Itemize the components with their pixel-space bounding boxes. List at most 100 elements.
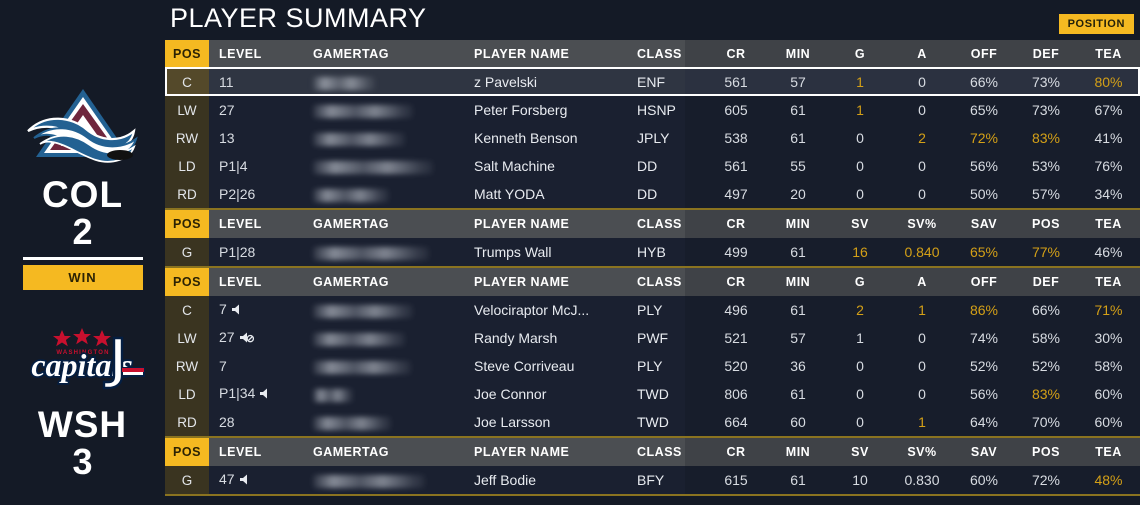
column-header-level[interactable]: LEVEL bbox=[209, 438, 301, 466]
table-row[interactable]: RW 7 Steve Corriveau PLY 520 36 0 0 52% 52% 58% bbox=[165, 352, 1140, 380]
table-row[interactable]: LW 27 Peter Forsberg HSNP 605 61 1 0 65% 73% 67% bbox=[165, 96, 1140, 124]
column-header-tea[interactable]: TEA bbox=[1077, 268, 1140, 296]
cell-stat: 806 bbox=[705, 380, 767, 408]
column-header-min[interactable]: MIN bbox=[767, 438, 829, 466]
cell-stat: 73% bbox=[1015, 96, 1077, 124]
column-header-pos[interactable]: POS bbox=[165, 210, 209, 238]
table-row[interactable]: RD 28 Joe Larsson TWD 664 60 0 1 64% 70% 60% bbox=[165, 408, 1140, 436]
column-header-min[interactable]: MIN bbox=[767, 40, 829, 68]
main-panel: PLAYER SUMMARY POSITION POS LEVEL GAMERTAG… bbox=[165, 0, 1140, 505]
column-header-tea[interactable]: TEA bbox=[1077, 438, 1140, 466]
column-header-tea[interactable]: TEA bbox=[1077, 40, 1140, 68]
column-header-class[interactable]: CLASS bbox=[637, 210, 685, 238]
column-header-def[interactable]: DEF bbox=[1015, 40, 1077, 68]
column-header-pos[interactable]: POS bbox=[165, 40, 209, 68]
column-header-cr[interactable]: CR bbox=[705, 40, 767, 68]
column-header-pos[interactable]: POS bbox=[1015, 210, 1077, 238]
speaker-icon bbox=[239, 473, 254, 489]
cell-stat: 16 bbox=[829, 238, 891, 266]
cell-gap bbox=[685, 68, 705, 96]
column-header-class[interactable]: CLASS bbox=[637, 438, 685, 466]
column-header-g[interactable]: G bbox=[829, 268, 891, 296]
column-header-sv[interactable]: SV bbox=[829, 210, 891, 238]
cell-stat: 1 bbox=[829, 68, 891, 96]
column-header-gamertag[interactable]: GAMERTAG bbox=[301, 268, 465, 296]
cell-class: TWD bbox=[637, 408, 685, 436]
table-row[interactable]: G 47 Jeff Bodie BFY 615 61 10 0.830 60% 72% 48% bbox=[165, 466, 1140, 494]
cell-stat: 561 bbox=[705, 152, 767, 180]
column-header-pos[interactable]: POS bbox=[165, 438, 209, 466]
speaker-icon bbox=[231, 303, 246, 319]
column-header-min[interactable]: MIN bbox=[767, 268, 829, 296]
cell-gamertag bbox=[301, 352, 465, 380]
column-header-off[interactable]: OFF bbox=[953, 40, 1015, 68]
column-header-level[interactable]: LEVEL bbox=[209, 268, 301, 296]
column-header-player-name[interactable]: PLAYER NAME bbox=[465, 210, 637, 238]
column-header-sav[interactable]: SAV bbox=[953, 438, 1015, 466]
cell-stat: 60 bbox=[767, 408, 829, 436]
cell-stat: 60% bbox=[953, 466, 1015, 494]
cell-stat: 70% bbox=[1015, 408, 1077, 436]
column-header-player-name[interactable]: PLAYER NAME bbox=[465, 40, 637, 68]
column-header-min[interactable]: MIN bbox=[767, 210, 829, 238]
position-filter-badge[interactable]: POSITION bbox=[1058, 14, 1134, 34]
stat-table: POS LEVEL GAMERTAG PLAYER NAME CLASS CR MIN SV S… bbox=[165, 210, 1140, 266]
cell-player-name: Kenneth Benson bbox=[465, 124, 637, 152]
column-header-sv[interactable]: SV bbox=[829, 438, 891, 466]
table-row[interactable]: LD P1|34 Joe Connor TWD 806 61 0 0 56% 83% 60% bbox=[165, 380, 1140, 408]
column-header-cr[interactable]: CR bbox=[705, 210, 767, 238]
column-header-level[interactable]: LEVEL bbox=[209, 40, 301, 68]
column-header-a[interactable]: A bbox=[891, 40, 953, 68]
home-result-badge: WIN bbox=[22, 264, 143, 290]
column-header-class[interactable]: CLASS bbox=[637, 40, 685, 68]
column-header-player-name[interactable]: PLAYER NAME bbox=[465, 438, 637, 466]
cell-level: 13 bbox=[209, 124, 301, 152]
cell-class: ENF bbox=[637, 68, 685, 96]
cell-stat: 496 bbox=[705, 296, 767, 324]
table-row[interactable]: RD P2|26 Matt YODA DD 497 20 0 0 50% 57% 34% bbox=[165, 180, 1140, 208]
cell-level: 28 bbox=[209, 408, 301, 436]
column-header-class[interactable]: CLASS bbox=[637, 268, 685, 296]
table-header-row: POS LEVEL GAMERTAG PLAYER NAME CLASS CR MIN SV S… bbox=[165, 210, 1140, 238]
cell-stat: 520 bbox=[705, 352, 767, 380]
column-header-cr[interactable]: CR bbox=[705, 268, 767, 296]
column-header-gamertag[interactable]: GAMERTAG bbox=[301, 438, 465, 466]
column-header-svpct[interactable]: SV% bbox=[891, 438, 953, 466]
cell-class: TWD bbox=[637, 380, 685, 408]
table-row[interactable]: RW 13 Kenneth Benson JPLY 538 61 0 2 72% 83% 41% bbox=[165, 124, 1140, 152]
gamertag-redacted bbox=[313, 76, 375, 90]
cell-stat: 66% bbox=[1015, 296, 1077, 324]
column-header-gamertag[interactable]: GAMERTAG bbox=[301, 210, 465, 238]
cell-gamertag bbox=[301, 96, 465, 124]
column-header-g[interactable]: G bbox=[829, 40, 891, 68]
column-header-gamertag[interactable]: GAMERTAG bbox=[301, 40, 465, 68]
cell-pos: RW bbox=[165, 124, 209, 152]
column-header-tea[interactable]: TEA bbox=[1077, 210, 1140, 238]
column-header-a[interactable]: A bbox=[891, 268, 953, 296]
cell-level: 47 bbox=[209, 466, 301, 494]
cell-gap bbox=[685, 152, 705, 180]
cell-stat: 72% bbox=[1015, 466, 1077, 494]
table-section-away-skaters: POS LEVEL GAMERTAG PLAYER NAME CLASS CR MIN G A O… bbox=[165, 268, 1140, 436]
column-header-def[interactable]: DEF bbox=[1015, 268, 1077, 296]
cell-stat: 1 bbox=[829, 96, 891, 124]
table-row[interactable]: G P1|28 Trumps Wall HYB 499 61 16 0.840 65% 77% 46… bbox=[165, 238, 1140, 266]
column-header-off[interactable]: OFF bbox=[953, 268, 1015, 296]
column-header-level[interactable]: LEVEL bbox=[209, 210, 301, 238]
cell-gap bbox=[685, 180, 705, 208]
column-header-cr[interactable]: CR bbox=[705, 438, 767, 466]
cell-class: PLY bbox=[637, 352, 685, 380]
cell-player-name: Steve Corriveau bbox=[465, 352, 637, 380]
cell-player-name: Salt Machine bbox=[465, 152, 637, 180]
column-header-pos[interactable]: POS bbox=[165, 268, 209, 296]
column-header-sav[interactable]: SAV bbox=[953, 210, 1015, 238]
table-row[interactable]: C 11 z Pavelski ENF 561 57 1 0 66% 73% 80% bbox=[165, 68, 1140, 96]
table-row[interactable]: C 7 Velociraptor McJ... PLY 496 61 2 1 86% 66% 71% bbox=[165, 296, 1140, 324]
column-header-svpct[interactable]: SV% bbox=[891, 210, 953, 238]
column-header-pos[interactable]: POS bbox=[1015, 438, 1077, 466]
column-header-player-name[interactable]: PLAYER NAME bbox=[465, 268, 637, 296]
cell-stat: 61 bbox=[767, 466, 829, 494]
cell-stat: 71% bbox=[1077, 296, 1140, 324]
table-row[interactable]: LW 27 Randy Marsh PWF 521 57 1 0 74% 58% 30% bbox=[165, 324, 1140, 352]
table-row[interactable]: LD P1|4 Salt Machine DD 561 55 0 0 56% 53% 76% bbox=[165, 152, 1140, 180]
